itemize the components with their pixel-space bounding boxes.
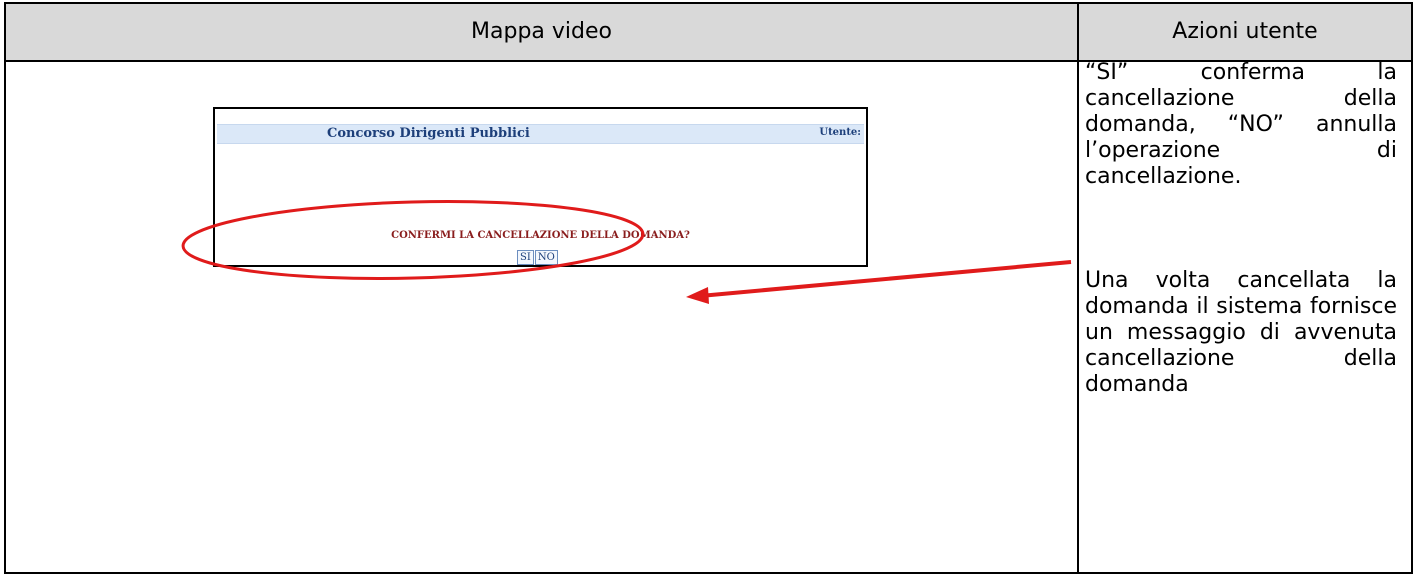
screenshot-user-label: Utente:: [819, 127, 861, 138]
header-azioni-utente: Azioni utente: [1172, 19, 1318, 44]
screenshot-header-bar: Concorso Dirigenti Pubblici Utente:: [217, 124, 864, 144]
column-divider: [1077, 4, 1079, 572]
actions-paragraph-result: Una volta cancellata la domanda il siste…: [1085, 268, 1397, 397]
embedded-screenshot: Concorso Dirigenti Pubblici Utente: CONF…: [213, 107, 868, 267]
actions-paragraph-confirm: “SI” conferma la cancellazione della dom…: [1085, 60, 1397, 189]
table-header-row: Mappa video Azioni utente: [6, 4, 1411, 62]
confirm-delete-question: CONFERMI LA CANCELLAZIONE DELLA DOMANDA?: [391, 230, 690, 241]
actions-cell: “SI” conferma la cancellazione della dom…: [1085, 60, 1397, 398]
header-mappa-video: Mappa video: [471, 19, 612, 44]
yes-button[interactable]: SI: [517, 250, 534, 265]
confirm-buttons: SI NO: [517, 245, 559, 265]
screenshot-app-title: Concorso Dirigenti Pubblici: [327, 126, 530, 141]
no-button[interactable]: NO: [534, 250, 558, 265]
